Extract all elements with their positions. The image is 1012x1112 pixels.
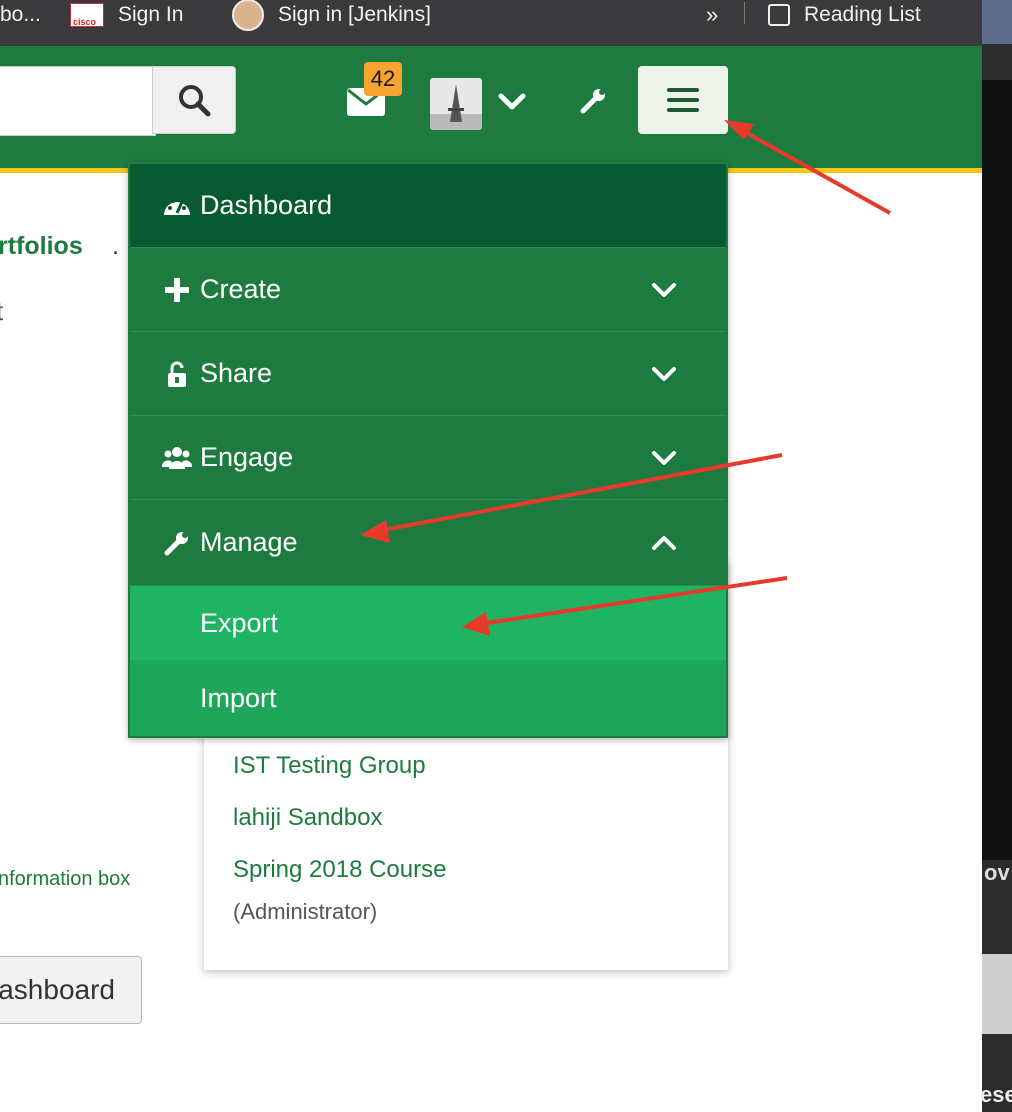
adjacent-window-text-ov: ov [984,860,1010,885]
menu-item-dashboard-label: Dashboard [200,190,333,220]
wrench-icon[interactable] [578,86,608,116]
chevron-down-icon [652,450,676,465]
submenu-item-export-label: Export [200,607,279,638]
avatar-image [430,78,482,130]
information-box-link[interactable]: nformation box [0,868,130,891]
chevron-up-icon [652,535,676,550]
menu-item-share-label: Share [200,358,273,388]
bookmark-truncated[interactable]: bo... [0,0,41,30]
avatar[interactable] [430,78,482,130]
reading-list-button[interactable]: Reading List [768,0,921,30]
submenu-item-import-label: Import [200,682,277,713]
submenu-item-import[interactable]: Import [130,660,726,736]
jenkins-icon [232,0,264,31]
plus-icon [165,277,189,302]
bookmarks-more-label: » [706,2,719,27]
submenu-item-export[interactable]: Export [130,586,726,660]
menu-item-manage-label: Manage [200,527,298,557]
reading-list-icon [768,4,790,26]
bookmark-truncated-label: bo... [0,3,41,26]
bookmarks-more-button[interactable]: » [706,0,718,30]
search-button[interactable] [152,66,236,134]
group-link-spring-2018[interactable]: Spring 2018 Course [233,856,446,884]
search-input[interactable] [0,66,156,136]
portfolios-link[interactable]: rtfolios [0,232,83,261]
menu-item-manage[interactable]: Manage [130,500,726,586]
bookmark-jenkins-label: Sign in [Jenkins] [278,3,431,26]
menu-item-engage[interactable]: Engage [130,416,726,500]
portfolios-period: . [112,232,119,260]
bookmark-jenkins[interactable]: Sign in [Jenkins] [232,0,431,31]
mail-count-badge: 42 [364,62,402,96]
dashboard-button[interactable]: ashboard [0,956,142,1024]
chevron-down-icon [652,282,676,297]
bookmarks-separator [744,2,745,24]
bookmarks-bar: bo... Sign In Sign in [Jenkins] » Readin… [0,0,982,46]
bookmark-sign-in-label: Sign In [118,3,184,26]
menu-item-engage-label: Engage [200,442,294,472]
group-link-lahiji-sandbox[interactable]: lahiji Sandbox [233,804,382,832]
adjacent-window-dark [982,80,1012,860]
adjacent-window-strip: ov ese [980,0,1012,1112]
hamburger-icon [667,88,699,112]
adjacent-window-thumbnail [982,954,1012,1034]
chevron-down-icon [652,366,676,381]
dashboard-icon [164,198,190,215]
search-icon [179,85,211,117]
wrench-icon [164,531,188,555]
users-icon [162,446,192,469]
menu-item-share[interactable]: Share [130,332,726,416]
adjacent-window-top [982,0,1012,44]
chevron-down-icon[interactable] [496,90,528,114]
main-menu-dropdown: Dashboard Create Share Engage Manage Exp… [128,162,728,738]
main-menu-button[interactable] [638,66,728,134]
menu-item-create-label: Create [200,274,282,304]
group-role-label: (Administrator) [233,899,378,924]
menu-item-create[interactable]: Create [130,248,726,332]
bookmark-sign-in[interactable]: Sign In [70,0,183,30]
menu-item-dashboard[interactable]: Dashboard [130,164,726,248]
page-text-fragment: t [0,296,3,327]
group-link-ist-testing[interactable]: IST Testing Group [233,752,426,780]
adjacent-window-text-ese: ese [980,1082,1012,1107]
reading-list-label: Reading List [804,3,921,26]
cisco-icon [70,3,104,27]
unlock-icon [168,361,186,387]
